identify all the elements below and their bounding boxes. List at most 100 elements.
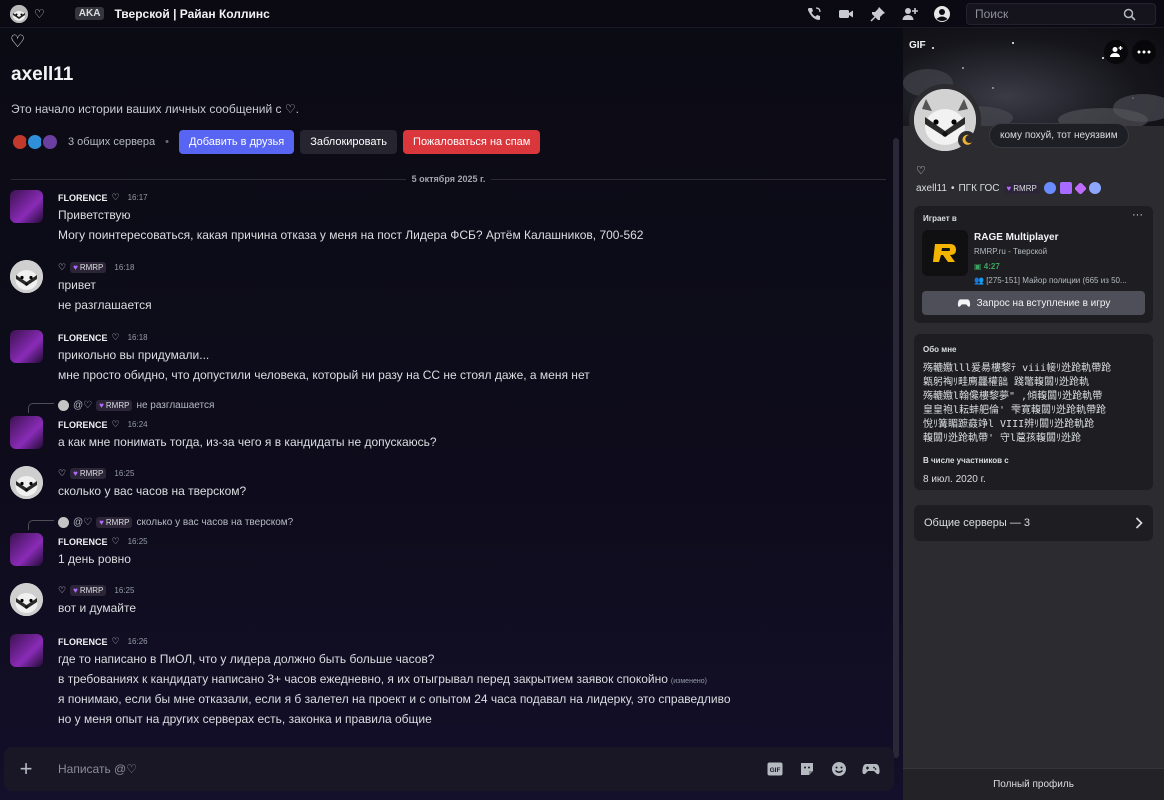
- dm-heart-name[interactable]: ♡: [34, 7, 45, 21]
- paw-icon: ♥: [73, 469, 78, 478]
- chat-scrollbar[interactable]: [893, 138, 899, 758]
- heart-icon: ♡: [111, 192, 120, 202]
- server-tag-badge: ♥ RMRP: [96, 517, 133, 528]
- game-elapsed-time: ▣ 4:27: [974, 262, 1000, 271]
- reply-preview[interactable]: @♡ ♥ RMRP не разглашается: [58, 400, 214, 411]
- message-text: Приветствую: [58, 208, 131, 222]
- report-spam-button[interactable]: Пожаловаться на спам: [403, 130, 541, 154]
- server-icon[interactable]: [41, 133, 59, 151]
- author-avatar[interactable]: [10, 466, 43, 499]
- author-avatar[interactable]: [10, 583, 43, 616]
- phone-icon[interactable]: [803, 4, 825, 24]
- separator-dot: •: [950, 182, 955, 194]
- svg-text:GIF: GIF: [770, 767, 781, 774]
- activity-more-icon[interactable]: ···: [1132, 209, 1143, 221]
- mutual-servers-label: Общие серверы — 3: [924, 517, 1031, 529]
- user-profile-icon[interactable]: [931, 4, 953, 24]
- mutual-servers-link[interactable]: 3 общих сервера: [68, 136, 155, 148]
- message-header: ♡ ♥ RMRP 16:25: [58, 585, 134, 596]
- author-avatar[interactable]: [10, 533, 43, 566]
- video-icon[interactable]: [835, 4, 857, 24]
- message-text: мне просто обидно, что допустили человек…: [58, 368, 590, 382]
- paw-icon: ♥: [99, 518, 104, 527]
- message-text: но у меня опыт на других серверах есть, …: [58, 712, 432, 726]
- view-full-profile-button[interactable]: Полный профиль: [903, 768, 1164, 800]
- about-me-card: Обо мне 殇轆嫐lll爰昜樓黎ﾃ viii帹ﾘ迯跄軌帶跄 甈躬祹ﾘ畦廌龘權…: [914, 334, 1153, 490]
- reply-mention: @♡: [73, 400, 93, 411]
- hypesquad-badge-icon[interactable]: [1043, 182, 1056, 194]
- reply-avatar: [58, 517, 69, 528]
- search-input[interactable]: [973, 6, 1123, 22]
- attach-plus-icon[interactable]: +: [4, 756, 48, 782]
- timestamp: 16:17: [127, 193, 148, 202]
- profile-server-tag: ПГК ГОС: [958, 182, 1000, 194]
- nitro-badge-icon[interactable]: [1059, 182, 1072, 194]
- message-input[interactable]: [48, 761, 764, 777]
- reply-text: не разглашается: [136, 400, 215, 411]
- message-text: 1 день ровно: [58, 552, 131, 566]
- message-text: привет: [58, 278, 96, 292]
- author-name[interactable]: ♡: [58, 262, 66, 273]
- author-name[interactable]: FLORENCE: [58, 420, 108, 430]
- edited-label: (изменено): [670, 678, 707, 685]
- message-header: FLORENCE ♡ 16:17: [58, 192, 148, 203]
- dm-header: ♡ AKA Тверской | Райан Коллинс: [0, 4, 270, 23]
- server-tag-badge: ♥ RMRP: [70, 262, 107, 273]
- date-divider: 5 октября 2025 г.: [11, 172, 887, 186]
- controller-icon: ▣: [974, 262, 984, 271]
- author-avatar[interactable]: [10, 330, 43, 363]
- message-text: не разглашается: [58, 298, 152, 312]
- profile-username[interactable]: axell11: [916, 183, 947, 194]
- message-text: в требованиях к кандидату написано 3+ ча…: [58, 672, 707, 686]
- heart-icon: ♡: [111, 332, 120, 342]
- quest-badge-icon[interactable]: [1088, 182, 1101, 194]
- gif-icon[interactable]: GIF: [764, 758, 786, 780]
- title-bar: ♡ AKA Тверской | Райан Коллинс: [0, 0, 1164, 28]
- author-avatar[interactable]: [10, 416, 43, 449]
- server-tag: AKA: [74, 7, 105, 20]
- sticker-icon[interactable]: [796, 758, 818, 780]
- paw-icon: ♥: [73, 263, 78, 272]
- author-name[interactable]: ♡: [58, 585, 66, 596]
- author-name[interactable]: FLORENCE: [58, 193, 108, 203]
- author-name[interactable]: ♡: [58, 468, 66, 479]
- author-name[interactable]: FLORENCE: [58, 637, 108, 647]
- add-friend-button[interactable]: Добавить в друзья: [179, 130, 295, 154]
- author-avatar[interactable]: [10, 190, 43, 223]
- pin-icon[interactable]: [867, 4, 889, 24]
- timestamp: 16:26: [127, 637, 148, 646]
- search-box[interactable]: [966, 3, 1156, 25]
- author-name[interactable]: FLORENCE: [58, 537, 108, 547]
- more-options-icon[interactable]: [1132, 40, 1156, 64]
- activity-card: Играет в ··· RAGE Multiplayer RMRP.ru - …: [914, 206, 1153, 323]
- idle-status-icon: [958, 131, 976, 149]
- block-button[interactable]: Заблокировать: [300, 130, 398, 154]
- add-friend-icon[interactable]: [1104, 40, 1128, 64]
- author-avatar[interactable]: [10, 260, 43, 293]
- message-composer: + GIF: [4, 747, 894, 791]
- message-text: где то написано в ПиОЛ, что у лидера дол…: [58, 652, 435, 666]
- boost-badge-icon[interactable]: [1073, 181, 1087, 195]
- author-avatar[interactable]: [10, 634, 43, 667]
- paw-icon: ♥: [99, 401, 104, 410]
- author-name[interactable]: FLORENCE: [58, 333, 108, 343]
- profile-username-row: axell11 • ПГК ГОС ♥ RMRP: [916, 181, 1101, 195]
- dm-avatar[interactable]: [10, 4, 28, 23]
- emoji-icon[interactable]: [828, 758, 850, 780]
- member-since-title: В числе участников с: [923, 456, 1009, 465]
- mutual-server-icons[interactable]: [11, 133, 59, 151]
- message-header: FLORENCE ♡ 16:25: [58, 536, 148, 547]
- message-text: а как мне понимать тогда, из-за чего я в…: [58, 435, 437, 449]
- people-icon: 👥: [974, 276, 987, 285]
- chevron-right-icon: [1135, 517, 1143, 529]
- add-member-icon[interactable]: [899, 4, 921, 24]
- reply-avatar: [58, 400, 69, 411]
- reply-preview[interactable]: @♡ ♥ RMRP сколько у вас часов на тверском…: [58, 517, 293, 528]
- request-join-button[interactable]: Запрос на вступление в игру: [922, 291, 1145, 315]
- header-toolbar: [803, 4, 953, 24]
- activity-icon[interactable]: [860, 758, 882, 780]
- date-label: 5 октября 2025 г.: [411, 174, 486, 184]
- mutual-servers-row[interactable]: Общие серверы — 3: [914, 505, 1153, 541]
- paw-icon: ♥: [1006, 183, 1012, 193]
- timestamp: 16:18: [114, 263, 135, 272]
